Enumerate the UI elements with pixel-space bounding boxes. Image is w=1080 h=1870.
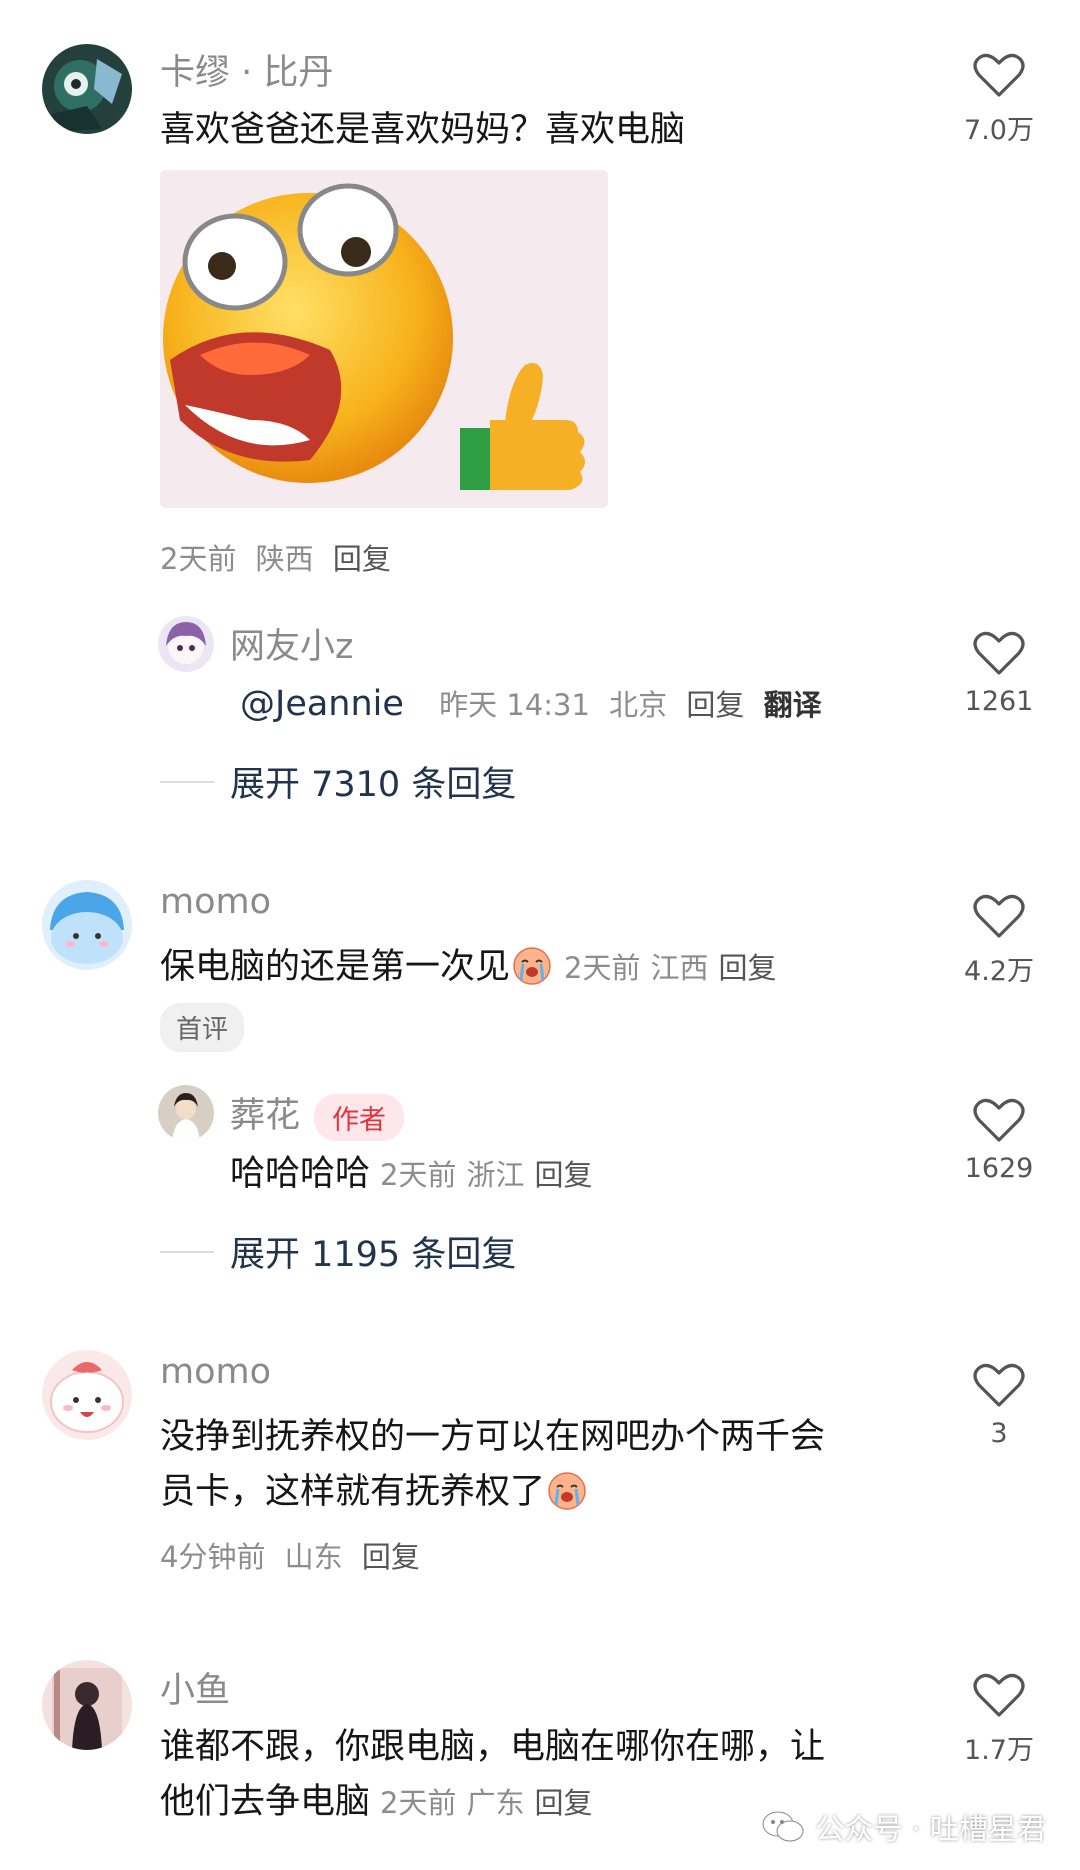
like-button[interactable]: 3 (954, 1362, 1044, 1449)
avatar[interactable] (42, 1660, 132, 1750)
comment-time: 4分钟前 (160, 1540, 266, 1574)
avatar[interactable] (42, 44, 132, 134)
reply-location: 北京 (609, 688, 668, 722)
comment-text-line-1: 谁都不跟，你跟电脑，电脑在哪你在哪，让 (160, 1727, 826, 1767)
like-button[interactable]: 1629 (954, 1097, 1044, 1184)
comment-location: 陕西 (255, 542, 314, 576)
comment-line-2: 员卡，这样就有抚养权了 (160, 1462, 589, 1522)
shocked-thumbs-up-sticker (160, 170, 608, 508)
username[interactable]: momo (160, 1352, 271, 1392)
avatar-image (158, 1085, 214, 1141)
avatar[interactable] (42, 1350, 132, 1440)
comment-time: 2天前 (564, 951, 641, 985)
like-button[interactable]: 4.2万 (954, 893, 1044, 988)
comment-location: 山东 (284, 1540, 343, 1574)
comment-location: 江西 (650, 951, 709, 985)
reply-button[interactable]: 回复 (333, 542, 391, 576)
avatar-image (158, 616, 214, 672)
comment-text: 喜欢爸爸还是喜欢妈妈？喜欢电脑 (160, 110, 686, 150)
comment-meta: 4分钟前 山东 回复 (160, 1534, 420, 1576)
username[interactable]: 卡缪 · 比丹 (160, 44, 333, 95)
like-count: 1.7万 (964, 1735, 1034, 1766)
wechat-icon (762, 1811, 804, 1842)
reply-button[interactable]: 回复 (534, 1786, 592, 1820)
comment-meta: 2天前 陕西 回复 (160, 536, 391, 578)
author-badge: 作者 (314, 1093, 405, 1141)
comment-text-line-2: 员卡，这样就有抚养权了 (160, 1472, 546, 1512)
reply-time: 2天前 (380, 1158, 457, 1192)
crying-face-emoji (513, 947, 551, 985)
reply-text: 哈哈哈哈 (230, 1154, 371, 1194)
like-count: 1629 (964, 1153, 1034, 1184)
mention[interactable]: @Jeannie (240, 684, 404, 724)
comment-time: 2天前 (160, 542, 237, 576)
reply-location: 浙江 (466, 1158, 525, 1192)
reply-button[interactable]: 回复 (534, 1158, 592, 1192)
avatar-image (42, 44, 132, 134)
reply-time: 昨天 14:31 (439, 688, 590, 722)
heart-outline-icon (973, 631, 1025, 675)
watermark: 公众号 · 吐槽星君 (761, 1806, 1046, 1848)
divider (160, 780, 214, 783)
reply-avatar[interactable] (158, 616, 214, 672)
expand-replies[interactable]: 展开 7310 条回复 (160, 756, 516, 807)
username[interactable]: momo (160, 882, 271, 922)
crying-face-emoji (548, 1472, 586, 1510)
comment-line-2: 他们去争电脑 2天前 广东 回复 (160, 1772, 593, 1833)
reply-button[interactable]: 回复 (362, 1540, 420, 1574)
reply-username[interactable]: 葬花 (230, 1096, 300, 1136)
reply-username[interactable]: 网友小z (230, 618, 353, 669)
comment-text-line-2: 他们去争电脑 (160, 1782, 371, 1822)
username[interactable]: 小鱼 (160, 1662, 230, 1713)
like-count: 7.0万 (964, 115, 1034, 146)
like-count: 3 (990, 1418, 1008, 1449)
avatar-image (42, 1660, 132, 1750)
translate-button[interactable]: 翻译 (764, 688, 822, 722)
comment-line: 保电脑的还是第一次见 2天前 江西 回复 (160, 937, 777, 998)
expand-replies-label[interactable]: 展开 1195 条回复 (230, 1226, 516, 1277)
like-count: 1261 (964, 686, 1034, 717)
avatar-image (42, 880, 132, 970)
watermark-text: 公众号 · 吐槽星君 (815, 1812, 1046, 1846)
heart-outline-icon (973, 894, 1025, 938)
comment-text: 保电脑的还是第一次见 (160, 947, 511, 987)
heart-outline-icon (973, 1363, 1025, 1407)
like-count: 4.2万 (964, 956, 1034, 987)
heart-outline-icon (973, 53, 1025, 97)
reply-meta: @Jeannie 昨天 14:31 北京 回复 翻译 (240, 682, 822, 724)
expand-replies-label[interactable]: 展开 7310 条回复 (230, 756, 516, 807)
avatar[interactable] (42, 880, 132, 970)
heart-outline-icon (973, 1098, 1025, 1142)
reply-button[interactable]: 回复 (686, 688, 744, 722)
like-button[interactable]: 1261 (954, 630, 1044, 717)
expand-replies[interactable]: 展开 1195 条回复 (160, 1226, 516, 1277)
reply-username-row: 葬花 作者 (230, 1087, 405, 1141)
reply-avatar[interactable] (158, 1085, 214, 1141)
comment-time: 2天前 (380, 1786, 457, 1820)
heart-outline-icon (973, 1673, 1025, 1717)
divider (160, 1250, 214, 1253)
sticker-image[interactable] (160, 170, 608, 508)
comment-text-line-1: 没挣到抚养权的一方可以在网吧办个两千会 (160, 1417, 826, 1457)
avatar-image (42, 1350, 132, 1440)
reply-button[interactable]: 回复 (718, 951, 776, 985)
like-button[interactable]: 1.7万 (954, 1672, 1044, 1767)
comment-location: 广东 (466, 1786, 525, 1820)
like-button[interactable]: 7.0万 (954, 52, 1044, 147)
reply-line: 哈哈哈哈 2天前 浙江 回复 (230, 1144, 593, 1205)
first-comment-badge: 首评 (160, 1003, 245, 1052)
